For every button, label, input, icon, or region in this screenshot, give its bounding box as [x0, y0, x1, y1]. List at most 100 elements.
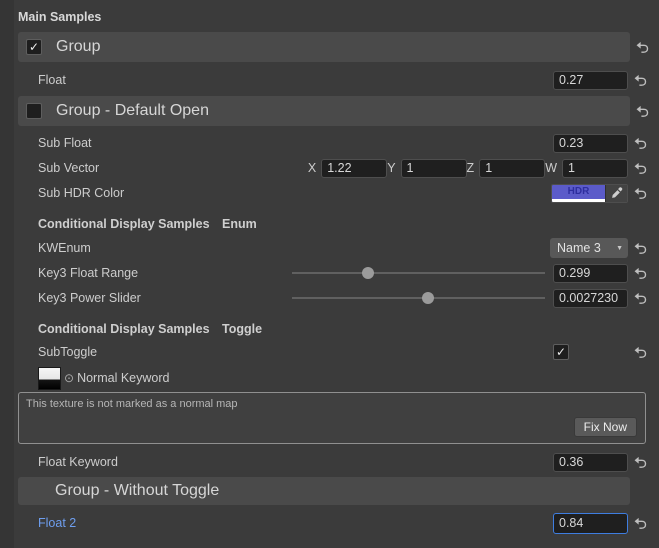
revert-button[interactable]	[628, 517, 652, 530]
subtoggle-checkbox[interactable]: ✓	[553, 344, 569, 360]
group-header-row: ✓ Group	[18, 32, 659, 62]
float-label: Float	[38, 73, 553, 87]
revert-button[interactable]	[630, 41, 654, 54]
subtoggle-slot: ✓	[553, 344, 628, 360]
sub-float-row: Sub Float	[38, 132, 659, 154]
slider-thumb[interactable]	[362, 267, 374, 279]
group-default-open-header[interactable]: Group - Default Open	[18, 96, 630, 126]
vector-axis-x: X	[308, 159, 387, 178]
float2-row: Float 2	[38, 511, 659, 535]
float-input[interactable]	[553, 71, 628, 90]
hdr-badge: HDR	[568, 187, 590, 197]
sub-float-input[interactable]	[553, 134, 628, 153]
key3-power-slider-row: Key3 Power Slider	[38, 287, 659, 309]
key3-power-slider-label: Key3 Power Slider	[38, 291, 292, 305]
revert-button[interactable]	[628, 162, 652, 175]
revert-button[interactable]	[628, 242, 652, 255]
undo-arrow-icon	[635, 41, 650, 54]
float2-label: Float 2	[38, 516, 553, 530]
normal-keyword-row: ⊙ Normal Keyword	[38, 365, 659, 391]
axis-z-input[interactable]	[479, 159, 545, 178]
float-row: Float	[38, 69, 659, 91]
key3-float-range-row: Key3 Float Range	[38, 262, 659, 284]
eyedropper-button[interactable]	[605, 185, 627, 202]
group-toggle-checkbox[interactable]: ✓	[26, 39, 42, 55]
slider-thumb[interactable]	[422, 292, 434, 304]
sub-hdr-color-label: Sub HDR Color	[38, 186, 551, 200]
section-enum-header: Conditional Display Samples Enum	[38, 216, 659, 232]
undo-arrow-icon	[633, 267, 648, 280]
key3-float-range-slider[interactable]	[292, 262, 546, 284]
undo-arrow-icon	[633, 517, 648, 530]
group-without-toggle-header[interactable]: Group - Without Toggle	[18, 477, 630, 505]
object-picker-icon[interactable]: ⊙	[64, 371, 74, 385]
section-title: Conditional Display Samples	[38, 217, 222, 231]
undo-arrow-icon	[633, 346, 648, 359]
undo-arrow-icon	[633, 162, 648, 175]
sub-hdr-color-row: Sub HDR Color HDR	[38, 182, 659, 204]
undo-arrow-icon	[635, 105, 650, 118]
subtoggle-label: SubToggle	[38, 345, 553, 359]
revert-button[interactable]	[628, 187, 652, 200]
revert-button[interactable]	[628, 456, 652, 469]
revert-button[interactable]	[630, 105, 654, 118]
revert-button[interactable]	[628, 346, 652, 359]
group-default-open-checkbox[interactable]	[26, 103, 42, 119]
float2-input[interactable]	[553, 513, 628, 534]
axis-z-label: Z	[467, 161, 475, 175]
axis-x-label: X	[308, 161, 316, 175]
revert-button[interactable]	[628, 137, 652, 150]
axis-y-input[interactable]	[401, 159, 467, 178]
axis-w-label: W	[545, 161, 557, 175]
revert-button[interactable]	[628, 292, 652, 305]
undo-arrow-icon	[633, 456, 648, 469]
vector-axis-z: Z	[467, 159, 546, 178]
section-subtitle: Enum	[222, 217, 257, 231]
fix-now-button[interactable]: Fix Now	[574, 417, 637, 437]
undo-arrow-icon	[633, 137, 648, 150]
revert-button[interactable]	[628, 74, 652, 87]
section-subtitle: Toggle	[222, 322, 262, 336]
dropdown-selected-value: Name 3	[557, 241, 601, 255]
undo-arrow-icon	[633, 292, 648, 305]
texture-thumbnail[interactable]	[38, 367, 61, 390]
kwenum-dropdown[interactable]: Name 3 ▼	[550, 238, 628, 258]
axis-y-label: Y	[387, 161, 395, 175]
key3-float-range-label: Key3 Float Range	[38, 266, 292, 280]
group-header[interactable]: ✓ Group	[18, 32, 630, 62]
material-inspector: Main Samples ✓ Group Float Group - Defau…	[0, 0, 659, 548]
group-without-toggle-header-row: Group - Without Toggle	[18, 477, 659, 505]
kwenum-label: KWEnum	[38, 241, 550, 255]
eyedropper-icon	[611, 187, 623, 199]
undo-arrow-icon	[633, 242, 648, 255]
group-default-open-header-row: Group - Default Open	[18, 96, 659, 126]
slider-track[interactable]	[292, 272, 546, 274]
section-toggle-header: Conditional Display Samples Toggle	[38, 321, 659, 337]
key3-power-slider-input[interactable]	[553, 289, 628, 308]
color-swatch[interactable]: HDR	[552, 185, 605, 202]
sub-float-label: Sub Float	[38, 136, 553, 150]
sub-vector-label: Sub Vector	[38, 161, 308, 175]
float-keyword-label: Float Keyword	[38, 455, 553, 469]
group-default-open-title: Group - Default Open	[56, 102, 209, 120]
vector-axes: X Y Z W	[308, 159, 628, 178]
slider-track[interactable]	[292, 297, 546, 299]
kwenum-row: KWEnum Name 3 ▼	[38, 236, 659, 260]
subtoggle-row: SubToggle ✓	[38, 341, 659, 363]
axis-x-input[interactable]	[321, 159, 387, 178]
axis-w-input[interactable]	[562, 159, 628, 178]
key3-float-range-input[interactable]	[553, 264, 628, 283]
undo-arrow-icon	[633, 74, 648, 87]
revert-button[interactable]	[628, 267, 652, 280]
chevron-down-icon: ▼	[616, 245, 623, 252]
alpha-strip	[552, 199, 605, 202]
texture-warning-box: This texture is not marked as a normal m…	[18, 392, 646, 444]
hdr-color-control: HDR	[551, 184, 628, 203]
vector-axis-w: W	[545, 159, 628, 178]
key3-power-slider[interactable]	[292, 287, 546, 309]
float-keyword-input[interactable]	[553, 453, 628, 472]
group-without-toggle-title: Group - Without Toggle	[55, 482, 219, 500]
undo-arrow-icon	[633, 187, 648, 200]
warning-message: This texture is not marked as a normal m…	[26, 398, 638, 410]
vector-axis-y: Y	[387, 159, 466, 178]
